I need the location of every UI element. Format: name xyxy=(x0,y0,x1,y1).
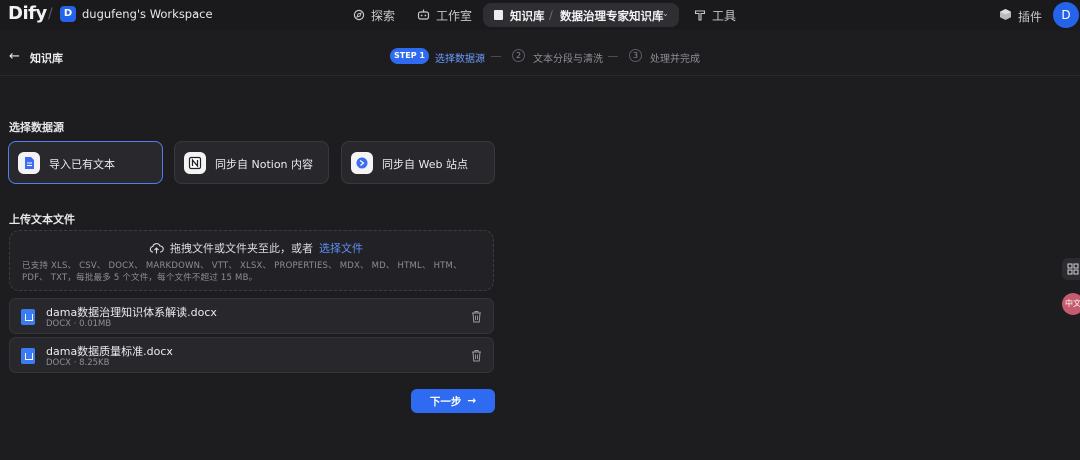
upload-title: 上传文本文件 xyxy=(9,213,75,226)
workspace-badge[interactable]: D xyxy=(60,6,76,22)
studio-icon xyxy=(417,9,430,20)
file-name: dama数据治理知识体系解读.docx xyxy=(46,306,217,319)
step-divider xyxy=(491,56,501,57)
nav-studio-label: 工作室 xyxy=(436,8,473,23)
datasource-title: 选择数据源 xyxy=(9,121,64,134)
dropzone-prompt: 拖拽文件或文件夹至此，或者 选择文件 xyxy=(149,240,363,256)
arrow-right-icon: → xyxy=(467,395,477,407)
breadcrumb-separator: / xyxy=(549,8,553,22)
nav-tools[interactable]: 工具 xyxy=(694,3,736,27)
dify-logo[interactable]: Dify xyxy=(8,3,47,24)
file-meta: DOCX · 8.25KB xyxy=(46,358,110,368)
file-name: dama数据质量标准.docx xyxy=(46,345,173,358)
cube-icon[interactable] xyxy=(999,8,1012,21)
datasource-option-web[interactable]: 同步自 Web 站点 xyxy=(341,141,495,184)
apps-grid-icon[interactable] xyxy=(1062,258,1080,280)
step2-label: 文本分段与清洗 xyxy=(533,54,603,65)
step-divider xyxy=(608,56,618,57)
chevron-down-icon[interactable]: ⌄ xyxy=(192,7,200,17)
next-step-button[interactable]: 下一步 → xyxy=(411,389,495,413)
step2-number: 2 xyxy=(512,49,525,62)
nav-plugins-label[interactable]: 插件 xyxy=(1018,8,1042,25)
step-header: ← 知识库 STEP 1 选择数据源 2 文本分段与清洗 3 处理并完成 xyxy=(0,40,1080,76)
notion-icon xyxy=(184,152,206,174)
trash-icon[interactable] xyxy=(471,310,482,323)
datasource-option-label: 导入已有文本 xyxy=(49,158,115,171)
hammer-icon xyxy=(694,10,706,21)
nav-explore-label: 探索 xyxy=(371,8,396,23)
file-meta: DOCX · 0.01MB xyxy=(46,319,112,329)
dataset-name[interactable]: 数据治理专家知识库 xyxy=(560,8,664,24)
globe-icon xyxy=(351,152,373,174)
word-file-icon xyxy=(21,348,35,364)
trash-icon[interactable] xyxy=(471,349,482,362)
datasource-option-import-text[interactable]: 导入已有文本 xyxy=(8,141,163,184)
step1-label: 选择数据源 xyxy=(435,54,485,65)
uploaded-file-item[interactable]: dama数据治理知识体系解读.docx DOCX · 0.01MB xyxy=(9,298,494,334)
translate-icon[interactable]: 中文 xyxy=(1062,293,1080,315)
step1-badge: STEP 1 xyxy=(390,48,429,64)
datasource-option-label: 同步自 Web 站点 xyxy=(382,158,468,171)
logo-separator: / xyxy=(48,6,53,22)
uploaded-file-item[interactable]: dama数据质量标准.docx DOCX · 8.25KB xyxy=(9,337,494,373)
datasource-option-label: 同步自 Notion 内容 xyxy=(215,158,314,171)
back-link[interactable]: 知识库 xyxy=(30,50,63,66)
select-file-link[interactable]: 选择文件 xyxy=(319,240,363,256)
supported-formats-hint: 已支持 XLS、 CSV、 DOCX、 MARKDOWN、 VTT、 XLSX、… xyxy=(22,261,462,283)
file-dropzone[interactable]: 拖拽文件或文件夹至此，或者 选择文件 已支持 XLS、 CSV、 DOCX、 M… xyxy=(9,230,494,291)
dropzone-text: 拖拽文件或文件夹至此，或者 xyxy=(170,242,313,255)
nav-explore[interactable]: 探索 xyxy=(353,3,395,27)
explore-icon xyxy=(353,9,365,21)
document-icon xyxy=(18,152,40,174)
next-step-label: 下一步 xyxy=(429,395,462,408)
nav-knowledge-label[interactable]: 知识库 xyxy=(510,8,545,24)
back-arrow-icon[interactable]: ← xyxy=(9,49,20,64)
word-file-icon xyxy=(21,309,35,325)
cloud-upload-icon xyxy=(149,243,164,254)
user-avatar[interactable]: D xyxy=(1053,2,1079,28)
top-navbar: Dify / D dugufeng's Workspace ⌄ 探索 工作室 知… xyxy=(0,0,1080,30)
step3-label: 处理并完成 xyxy=(650,54,700,65)
chevron-down-icon[interactable]: ⌄ xyxy=(662,9,669,18)
datasource-option-notion[interactable]: 同步自 Notion 内容 xyxy=(174,141,329,184)
nav-tools-label: 工具 xyxy=(712,8,737,23)
book-icon xyxy=(494,10,503,20)
nav-studio[interactable]: 工作室 xyxy=(417,3,472,27)
step3-number: 3 xyxy=(629,49,642,62)
